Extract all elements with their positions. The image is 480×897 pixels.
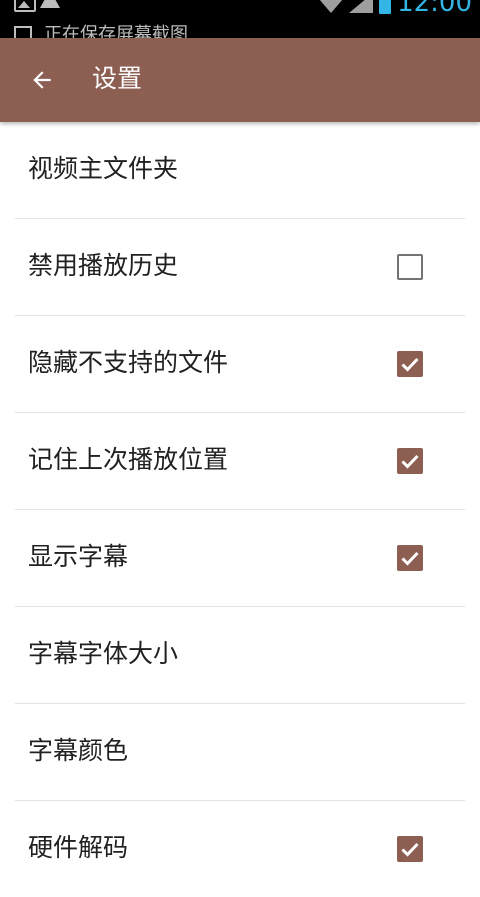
show-subtitles-checkbox[interactable] <box>397 545 423 571</box>
app-toolbar: 设置 <box>0 38 480 122</box>
setting-subtitle-color[interactable]: 字幕颜色 <box>15 704 465 801</box>
page-title: 设置 <box>92 64 143 93</box>
arrow-back-icon <box>33 71 51 89</box>
image-icon <box>14 0 36 12</box>
setting-disable-history[interactable]: 禁用播放历史 <box>15 219 465 316</box>
battery-icon <box>379 0 392 14</box>
status-bar: 正在保存屏幕截图 12:00 <box>0 0 480 38</box>
status-indicators: 12:00 <box>319 0 472 16</box>
notification-text: 正在保存屏幕截图 <box>44 24 188 39</box>
setting-hide-unsupported[interactable]: 隐藏不支持的文件 <box>15 316 465 413</box>
check-icon <box>401 357 419 372</box>
setting-label: 记住上次播放位置 <box>28 445 229 474</box>
setting-label: 硬件解码 <box>28 833 129 862</box>
setting-label: 字幕颜色 <box>28 736 129 765</box>
hide-unsupported-checkbox[interactable] <box>397 351 423 377</box>
check-icon <box>401 842 419 857</box>
wifi-icon <box>319 0 343 13</box>
hardware-decoding-checkbox[interactable] <box>397 836 423 862</box>
setting-hardware-decoding[interactable]: 硬件解码 <box>15 801 465 897</box>
setting-remember-position[interactable]: 记住上次播放位置 <box>15 413 465 510</box>
setting-label: 隐藏不支持的文件 <box>28 348 229 377</box>
remember-position-checkbox[interactable] <box>397 448 423 474</box>
setting-subtitle-font-size[interactable]: 字幕字体大小 <box>15 607 465 704</box>
signal-icon <box>349 0 374 13</box>
setting-show-subtitles[interactable]: 显示字幕 <box>15 510 465 607</box>
check-icon <box>401 454 419 469</box>
check-icon <box>401 551 419 566</box>
screenshot-notification: 正在保存屏幕截图 <box>14 26 188 38</box>
setting-label: 禁用播放历史 <box>28 251 179 280</box>
setting-label: 显示字幕 <box>28 542 129 571</box>
clock: 12:00 <box>397 0 472 18</box>
setting-label: 字幕字体大小 <box>28 639 179 668</box>
notification-checkbox-icon <box>14 26 32 38</box>
setting-video-folder[interactable]: 视频主文件夹 <box>15 122 465 219</box>
disable-history-checkbox[interactable] <box>397 254 423 280</box>
settings-list: 视频主文件夹 禁用播放历史 隐藏不支持的文件 记住上次播放位置 显示字幕 字幕字… <box>0 122 480 897</box>
setting-label: 视频主文件夹 <box>28 154 179 183</box>
alert-icon <box>40 0 60 8</box>
back-button[interactable] <box>22 60 62 100</box>
